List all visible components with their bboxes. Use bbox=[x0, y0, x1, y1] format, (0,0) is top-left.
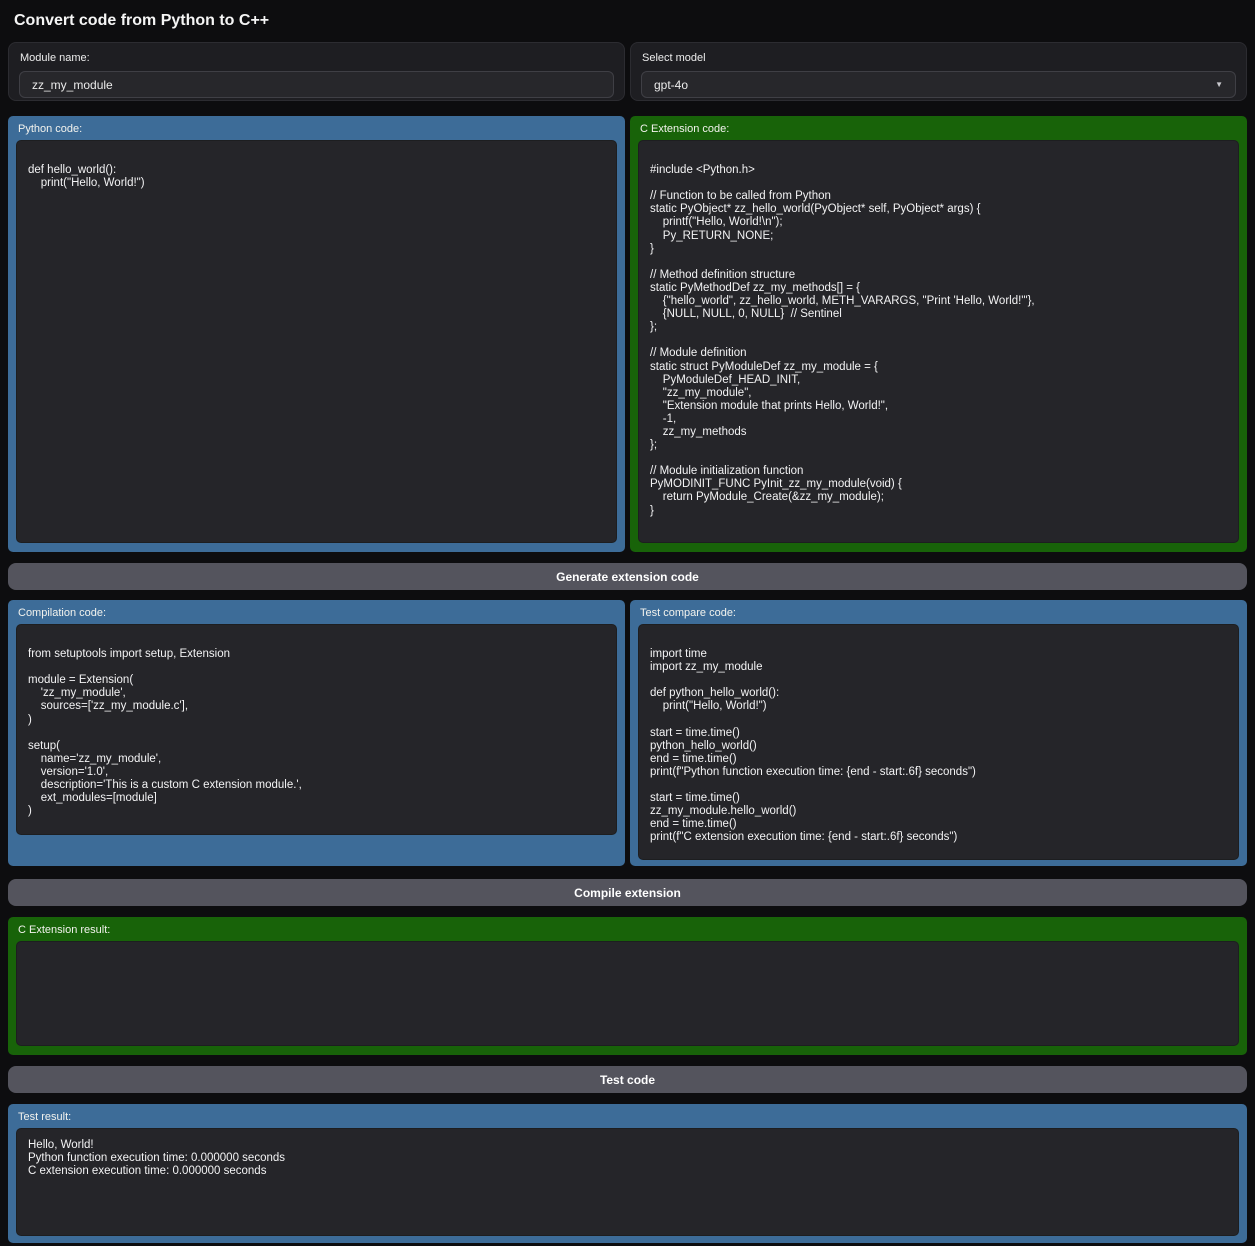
test-result-panel: Test result: Hello, World! Python functi… bbox=[8, 1104, 1247, 1243]
generate-extension-code-button[interactable]: Generate extension code bbox=[8, 563, 1247, 590]
c-extension-result-label: C Extension result: bbox=[18, 924, 1239, 936]
model-selected-value: gpt-4o bbox=[654, 78, 688, 92]
test-compare-code-textarea[interactable]: import time import zz_my_module def pyth… bbox=[638, 624, 1239, 860]
compile-extension-button[interactable]: Compile extension bbox=[8, 879, 1247, 906]
python-code-panel: Python code: def hello_world(): print("H… bbox=[8, 116, 625, 552]
c-extension-code-label: C Extension code: bbox=[640, 123, 1239, 135]
model-select-label: Select model bbox=[642, 52, 1236, 64]
c-extension-result-textarea[interactable] bbox=[16, 941, 1239, 1046]
c-extension-code-textarea[interactable]: #include <Python.h> // Function to be ca… bbox=[638, 140, 1239, 543]
code-panels-row: Python code: def hello_world(): print("H… bbox=[8, 116, 1247, 552]
test-result-textarea[interactable]: Hello, World! Python function execution … bbox=[16, 1128, 1239, 1236]
model-select-dropdown[interactable]: gpt-4o ▼ bbox=[641, 71, 1236, 98]
model-select-group: Select model gpt-4o ▼ bbox=[630, 42, 1247, 101]
python-code-label: Python code: bbox=[18, 123, 617, 135]
c-extension-result-panel: C Extension result: bbox=[8, 917, 1247, 1055]
compilation-code-label: Compilation code: bbox=[18, 607, 617, 619]
test-compare-code-panel: Test compare code: import time import zz… bbox=[630, 600, 1247, 866]
page-title: Convert code from Python to C++ bbox=[14, 12, 1247, 30]
chevron-down-icon: ▼ bbox=[1215, 81, 1223, 89]
test-code-button[interactable]: Test code bbox=[8, 1066, 1247, 1093]
test-compare-code-label: Test compare code: bbox=[640, 607, 1239, 619]
compilation-code-panel: Compilation code: from setuptools import… bbox=[8, 600, 625, 866]
module-name-input[interactable]: zz_my_module bbox=[19, 71, 614, 98]
test-result-label: Test result: bbox=[18, 1111, 1239, 1123]
module-name-label: Module name: bbox=[20, 52, 614, 64]
compile-panels-row: Compilation code: from setuptools import… bbox=[8, 600, 1247, 866]
c-extension-code-panel: C Extension code: #include <Python.h> //… bbox=[630, 116, 1247, 552]
controls-row: Module name: zz_my_module Select model g… bbox=[8, 42, 1247, 101]
compilation-code-textarea[interactable]: from setuptools import setup, Extension … bbox=[16, 624, 617, 835]
module-name-group: Module name: zz_my_module bbox=[8, 42, 625, 101]
python-code-textarea[interactable]: def hello_world(): print("Hello, World!"… bbox=[16, 140, 617, 543]
